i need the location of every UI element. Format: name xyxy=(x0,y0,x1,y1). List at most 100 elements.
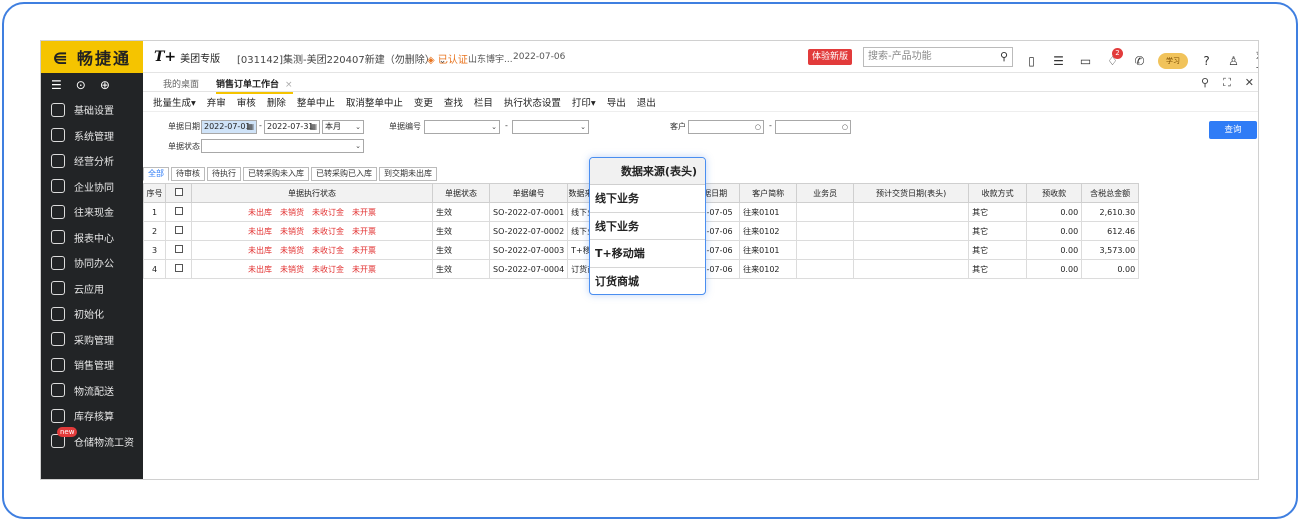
trial-new-version-button[interactable]: 体验新版 xyxy=(808,49,852,65)
row-checkbox[interactable] xyxy=(174,207,183,215)
sidebar-item[interactable]: 企业协同 xyxy=(41,174,143,200)
row-number: 4 xyxy=(143,259,166,279)
date-from-input[interactable]: 2022-07-01 ▦ xyxy=(201,120,257,134)
row-checkbox[interactable] xyxy=(174,245,183,253)
toolbar: 批量生成▾ 弃审 审核 删除 整单中止 取消整单中止 变更 查找 栏目 执行状态设置 打印▾ 导出 退出 xyxy=(143,93,1258,112)
message-icon[interactable]: ▭ xyxy=(1077,54,1094,68)
help-icon[interactable]: ? xyxy=(1198,54,1215,68)
prepayment: 0.00 xyxy=(1026,202,1083,222)
doc-status-select[interactable]: ⌄ xyxy=(201,139,364,153)
toolbar-button[interactable]: 栏目 xyxy=(474,95,493,109)
calendar-icon[interactable]: ▦ xyxy=(309,121,317,133)
column-header[interactable]: 预计交货日期(表头) xyxy=(853,183,970,203)
sidebar-item[interactable]: 云应用 xyxy=(41,276,143,302)
status-tab[interactable]: 全部 xyxy=(143,167,169,181)
date-to-input[interactable]: 2022-07-31 ▦ xyxy=(264,120,320,134)
query-button[interactable]: 查询 xyxy=(1209,121,1257,139)
column-header[interactable]: 单据状态 xyxy=(432,183,490,203)
toolbar-button[interactable]: 取消整单中止 xyxy=(346,95,403,109)
status-tab[interactable]: 已转采购未入库 xyxy=(243,167,309,181)
sidebar-item-label: 采购管理 xyxy=(74,335,114,347)
period-select[interactable]: 本月 ⌄ xyxy=(322,120,364,134)
docno-to-select[interactable]: ⌄ xyxy=(512,120,589,134)
product-search-input[interactable]: 搜索-产品功能 ⚲ xyxy=(863,47,1013,67)
search-icon[interactable]: ⚲ xyxy=(1000,48,1008,66)
search-icon[interactable]: ○ xyxy=(842,121,848,133)
sidebar-item[interactable]: 库存核算 xyxy=(41,403,143,429)
toolbar-button[interactable]: 删除 xyxy=(267,95,286,109)
add-shortcut-icon[interactable]: ⊕ xyxy=(100,78,110,92)
customer-to-input[interactable]: ○ xyxy=(775,120,851,134)
tab-bar: 我的桌面 销售订单工作台 × ⚲ ⛶ ✕ xyxy=(143,73,1258,94)
sidebar-item[interactable]: 报表中心 xyxy=(41,225,143,251)
toolbar-button[interactable]: 打印▾ xyxy=(572,95,596,109)
sidebar-item-label: 物流配送 xyxy=(74,386,114,398)
row-checkbox[interactable] xyxy=(174,226,183,234)
column-header[interactable]: 业务员 xyxy=(796,183,855,203)
close-icon[interactable]: ✕ xyxy=(1245,76,1254,90)
column-header[interactable]: 单据执行状态 xyxy=(191,183,433,203)
company-selector[interactable]: [031142]集测-美团220407新建（勿删除） ⌄ xyxy=(237,51,446,66)
select-all-checkbox[interactable] xyxy=(174,188,183,196)
sidebar-item[interactable]: 物流配送 xyxy=(41,378,143,404)
doc-status: 生效 xyxy=(432,221,490,241)
sidebar-item[interactable]: new 仓储物流工资 xyxy=(41,426,143,455)
menu-icon[interactable]: ☰ xyxy=(51,78,62,92)
search-menu-icon[interactable]: ⊙ xyxy=(76,78,86,92)
column-header[interactable]: 客户简称 xyxy=(739,183,798,203)
user-icon[interactable]: ♙ xyxy=(1225,54,1242,68)
toolbar-button[interactable]: 变更 xyxy=(414,95,433,109)
toolbar-button[interactable]: 整单中止 xyxy=(297,95,335,109)
salesperson xyxy=(796,259,855,279)
sidebar-item[interactable]: 基础设置 xyxy=(41,97,143,123)
chanjet-logo[interactable]: ⋹ 畅捷通 xyxy=(41,41,143,73)
column-header[interactable]: 序号 xyxy=(143,183,166,203)
docno-from-select[interactable]: ⌄ xyxy=(424,120,500,134)
sidebar-item[interactable]: 往来现金 xyxy=(41,199,143,225)
row-number: 1 xyxy=(143,202,166,222)
login-date: 2022-07-06 xyxy=(513,52,566,62)
sidebar-item[interactable]: 初始化 xyxy=(41,301,143,327)
search-icon[interactable]: ⚲ xyxy=(1201,76,1209,90)
toolbar-button[interactable]: 批量生成▾ xyxy=(153,95,196,109)
column-header[interactable]: 收款方式 xyxy=(968,183,1028,203)
status-tab[interactable]: 待执行 xyxy=(207,167,241,181)
sidebar-item[interactable]: 采购管理 xyxy=(41,327,143,353)
calendar-icon[interactable]: ▦ xyxy=(246,121,254,133)
column-header[interactable]: 单据编号 xyxy=(488,183,569,203)
toolbar-button[interactable]: 执行状态设置 xyxy=(504,95,561,109)
phone-icon[interactable]: ✆ xyxy=(1131,54,1148,68)
toolbar-button[interactable]: 审核 xyxy=(237,95,256,109)
search-icon[interactable]: ○ xyxy=(755,121,761,133)
sidebar-item[interactable]: 经营分析 xyxy=(41,148,143,174)
exec-status-tag: 未销货 xyxy=(280,226,304,236)
certified-badge[interactable]: ◈ 已认证 xyxy=(427,51,468,66)
status-tab[interactable]: 待审核 xyxy=(171,167,205,181)
user-name[interactable]: 刘一 xyxy=(1252,48,1258,74)
mascot-icon[interactable]: 学习 xyxy=(1158,53,1188,69)
status-tab[interactable]: 已转采购已入库 xyxy=(311,167,377,181)
toolbar-button[interactable]: 导出 xyxy=(607,95,626,109)
delivery-date xyxy=(853,259,970,279)
period-value: 本月 xyxy=(325,122,341,131)
toolbar-button[interactable]: 弃审 xyxy=(207,95,226,109)
customer-name: 往来0101 xyxy=(739,202,798,222)
fullscreen-icon[interactable]: ⛶ xyxy=(1223,76,1231,90)
status-tab[interactable]: 到交期未出库 xyxy=(379,167,437,181)
customer-from-input[interactable]: ○ xyxy=(688,120,764,134)
select-all-checkbox-cell[interactable] xyxy=(165,183,192,203)
calculator-icon[interactable]: ▯ xyxy=(1023,54,1040,68)
sidebar-item[interactable]: 销售管理 xyxy=(41,352,143,378)
tab-sales-order-workbench[interactable]: 销售订单工作台 × xyxy=(216,77,293,94)
sidebar-item[interactable]: 系统管理 xyxy=(41,123,143,149)
tab-my-desk[interactable]: 我的桌面 xyxy=(163,77,199,90)
column-header[interactable]: 含税总金额 xyxy=(1081,183,1140,203)
toolbar-button[interactable]: 查找 xyxy=(444,95,463,109)
toolbar-button[interactable]: 退出 xyxy=(637,95,656,109)
bell-icon[interactable]: ♢ 2 xyxy=(1104,48,1123,68)
task-list-icon[interactable]: ☰ xyxy=(1050,54,1067,68)
row-checkbox[interactable] xyxy=(174,264,183,272)
column-header[interactable]: 预收款 xyxy=(1026,183,1083,203)
sidebar-item[interactable]: 协同办公 xyxy=(41,250,143,276)
close-tab-icon[interactable]: × xyxy=(285,80,293,90)
